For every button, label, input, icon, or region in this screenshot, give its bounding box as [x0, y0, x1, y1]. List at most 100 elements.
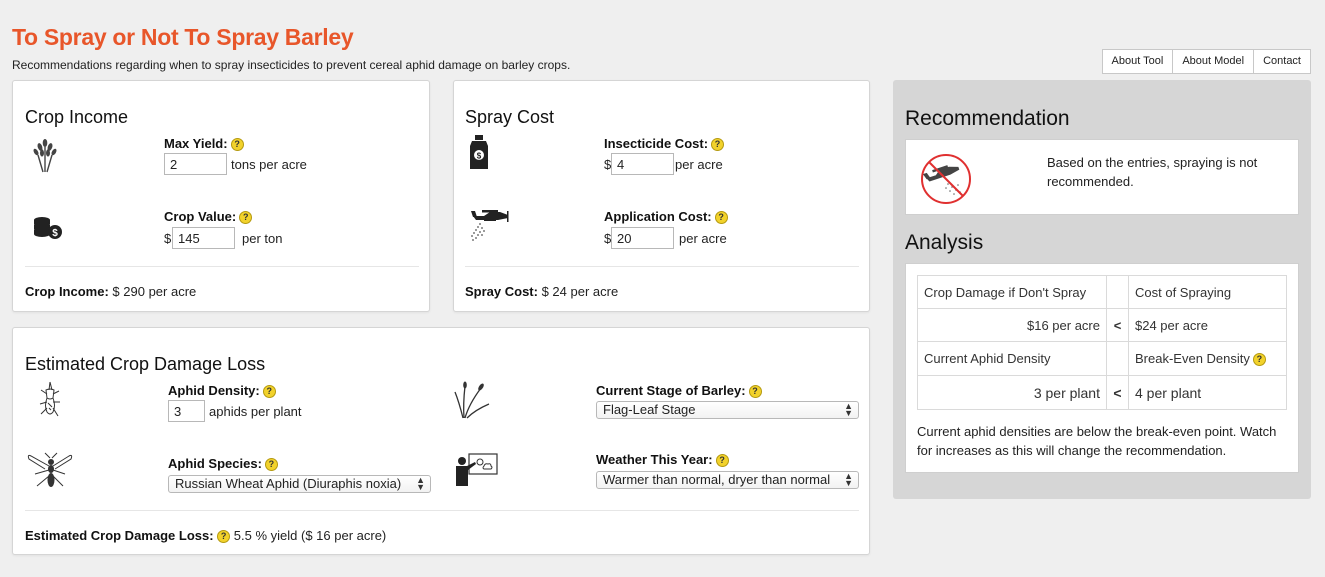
barley-sprout-icon: [454, 381, 490, 419]
table-row: 3 per plant < 4 per plant: [917, 375, 1287, 410]
table-cell: Break-Even Density?: [1128, 341, 1287, 376]
insecticide-cost-label-text: Insecticide Cost:: [604, 136, 709, 151]
table-cell: <: [1106, 375, 1129, 410]
weather-label: Weather This Year:?: [596, 452, 729, 468]
aphid-species-label-text: Aphid Species:: [168, 456, 262, 471]
help-icon[interactable]: ?: [748, 385, 762, 399]
recommendation-box: Based on the entries, spraying is not re…: [905, 139, 1299, 215]
spray-cost-summary-value: $ 24 per acre: [541, 284, 619, 299]
table-cell: 3 per plant: [917, 375, 1107, 410]
table-cell: <: [1106, 308, 1129, 342]
barley-stage-label-text: Current Stage of Barley:: [596, 383, 746, 398]
divider: [25, 266, 419, 267]
aphid-icon: [39, 381, 60, 417]
crop-damage-panel: Estimated Crop Damage Loss Aphid Density…: [12, 327, 870, 555]
help-icon[interactable]: ?: [715, 454, 729, 468]
insecticide-cost-unit: per acre: [675, 157, 723, 172]
max-yield-label-text: Max Yield:: [164, 136, 228, 151]
table-cell: $16 per acre: [917, 308, 1107, 342]
barley-stage-select[interactable]: Flag-Leaf Stage ▲ ▼: [596, 401, 859, 419]
crop-damage-summary-label: Estimated Crop Damage Loss:: [25, 528, 214, 543]
crop-value-unit: per ton: [242, 231, 283, 246]
max-yield-input[interactable]: [164, 153, 227, 175]
table-cell: [1106, 275, 1129, 309]
wasp-insect-icon: [27, 452, 73, 487]
help-icon[interactable]: ?: [1252, 353, 1266, 367]
about-model-button[interactable]: About Model: [1172, 49, 1255, 74]
crop-income-summary-label: Crop Income:: [25, 284, 109, 299]
crop-income-title: Crop Income: [25, 107, 129, 127]
crop-income-panel: Crop Income Max Yield:? tons per acre $ …: [12, 80, 430, 312]
crop-value-input[interactable]: [172, 227, 235, 249]
break-even-density-label: Break-Even Density: [1135, 350, 1250, 366]
insecticide-cost-input[interactable]: [611, 153, 674, 175]
spray-cost-panel: Spray Cost $ Insecticide Cost:? $ per ac…: [453, 80, 870, 312]
weather-label-text: Weather This Year:: [596, 452, 713, 467]
aphid-species-select[interactable]: Russian Wheat Aphid (Diuraphis noxia) ▲ ▼: [168, 475, 431, 493]
wheat-icon: [33, 139, 57, 173]
crop-value-label-text: Crop Value:: [164, 209, 237, 224]
recommendation-text: Based on the entries, spraying is not re…: [1047, 155, 1258, 189]
table-cell: Crop Damage if Don't Spray: [917, 275, 1107, 309]
spray-cost-title: Spray Cost: [465, 107, 555, 127]
contact-button[interactable]: Contact: [1253, 49, 1311, 74]
weather-selected: Warmer than normal, dryer than normal: [603, 472, 831, 487]
aphid-density-label: Aphid Density:?: [168, 383, 276, 399]
aphid-species-label: Aphid Species:?: [168, 456, 278, 472]
insecticide-jug-icon: $: [470, 135, 488, 169]
table-row: $16 per acre < $24 per acre: [917, 308, 1287, 342]
no-spraying-icon: [921, 154, 971, 204]
page-title: To Spray or Not To Spray Barley: [12, 24, 354, 50]
table-row: Crop Damage if Don't Spray Cost of Spray…: [917, 275, 1287, 309]
table-cell: $24 per acre: [1128, 308, 1287, 342]
application-cost-unit: per acre: [679, 231, 727, 246]
table-cell: Cost of Spraying: [1128, 275, 1287, 309]
help-icon[interactable]: ?: [239, 211, 253, 225]
crop-duster-plane-icon: [471, 210, 509, 241]
select-arrows-icon: ▲ ▼: [416, 475, 425, 492]
application-cost-label-text: Application Cost:: [604, 209, 712, 224]
barley-stage-label: Current Stage of Barley:?: [596, 383, 762, 399]
crop-income-summary-value: $ 290 per acre: [112, 284, 197, 299]
crop-damage-title: Estimated Crop Damage Loss: [25, 354, 266, 374]
aphid-species-selected: Russian Wheat Aphid (Diuraphis noxia): [175, 476, 402, 491]
aphid-density-input[interactable]: [168, 400, 205, 422]
coins-dollar-icon: $: [34, 217, 62, 239]
about-tool-button[interactable]: About Tool: [1101, 49, 1174, 74]
spray-cost-summary-label: Spray Cost:: [465, 284, 538, 299]
crop-income-summary: Crop Income: $ 290 per acre: [25, 284, 196, 299]
help-icon[interactable]: ?: [262, 385, 276, 399]
page-subtitle: Recommendations regarding when to spray …: [12, 58, 571, 72]
table-row: Current Aphid Density Break-Even Density…: [917, 341, 1287, 376]
weather-presenter-icon: [456, 453, 498, 486]
help-icon[interactable]: ?: [714, 211, 728, 225]
help-icon[interactable]: ?: [230, 138, 244, 152]
svg-text:$: $: [52, 228, 58, 239]
recommendation-title: Recommendation: [905, 107, 1070, 130]
select-arrows-icon: ▲ ▼: [844, 471, 853, 488]
spray-cost-summary: Spray Cost: $ 24 per acre: [465, 284, 618, 299]
barley-stage-selected: Flag-Leaf Stage: [603, 402, 696, 417]
help-icon[interactable]: ?: [264, 458, 278, 472]
max-yield-unit: tons per acre: [231, 157, 307, 172]
weather-select[interactable]: Warmer than normal, dryer than normal ▲ ▼: [596, 471, 859, 489]
table-cell: [1106, 341, 1129, 376]
application-cost-label: Application Cost:?: [604, 209, 728, 225]
help-icon[interactable]: ?: [217, 530, 231, 544]
svg-text:$: $: [477, 152, 482, 161]
recommendation-panel: Recommendation Based on the entries, spr…: [893, 80, 1311, 499]
analysis-table: Crop Damage if Don't Spray Cost of Spray…: [917, 275, 1287, 410]
insecticide-cost-label: Insecticide Cost:?: [604, 136, 725, 152]
select-arrows-icon: ▲ ▼: [844, 401, 853, 418]
crop-damage-summary: Estimated Crop Damage Loss: ? 5.5 % yiel…: [25, 528, 386, 544]
application-cost-input[interactable]: [611, 227, 674, 249]
analysis-note: Current aphid densities are below the br…: [917, 424, 1277, 458]
divider: [25, 510, 859, 511]
table-cell: 4 per plant: [1128, 375, 1287, 410]
aphid-density-unit: aphids per plant: [209, 404, 302, 419]
crop-value-label: Crop Value:?: [164, 209, 253, 225]
help-icon[interactable]: ?: [711, 138, 725, 152]
aphid-density-label-text: Aphid Density:: [168, 383, 260, 398]
divider: [465, 266, 859, 267]
analysis-title: Analysis: [905, 231, 984, 254]
